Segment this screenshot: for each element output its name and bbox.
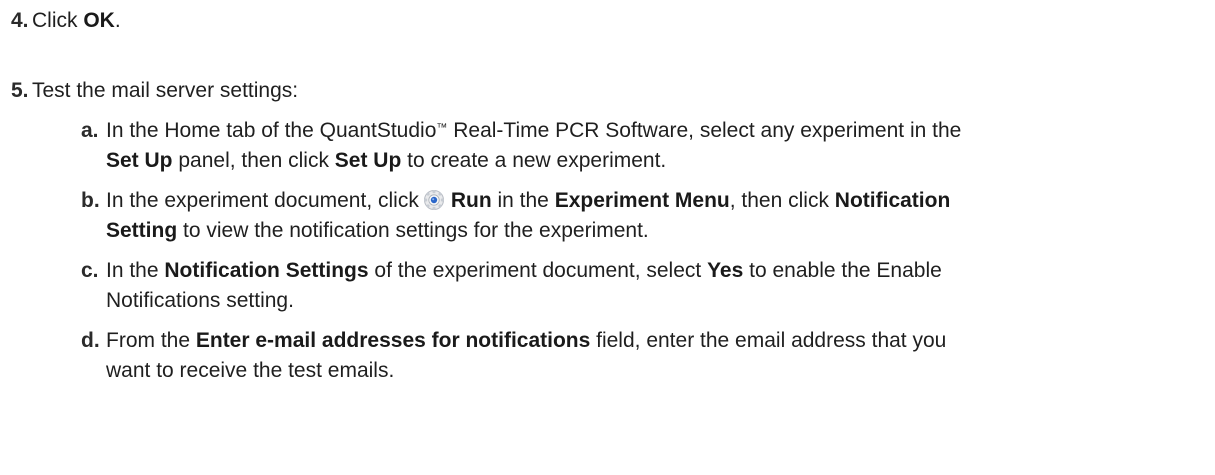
step-text: Test the mail server settings:	[32, 79, 299, 102]
text-part: In the experiment document, click	[106, 189, 419, 212]
text-part: In the	[106, 259, 165, 282]
step-number: 4.	[11, 9, 29, 32]
text-part: panel, then click	[172, 149, 335, 172]
substep-line: Setting to view the notification setting…	[106, 216, 1206, 246]
substep-body: In the Home tab of the QuantStudio™ Real…	[106, 116, 1206, 176]
set-up-label: Set Up	[334, 149, 402, 172]
email-field-label: Enter e-mail addresses for notifications	[195, 329, 591, 352]
notification-label: Notification	[834, 189, 951, 212]
substep-line: In the Notification Settings of the expe…	[106, 256, 1206, 286]
substep-letter: a.	[81, 119, 99, 142]
text-part: in the	[491, 189, 555, 212]
substep-line: Set Up panel, then click Set Up to creat…	[106, 146, 1206, 176]
text-part: to enable the Enable	[743, 259, 942, 282]
substep-line: want to receive the test emails.	[106, 356, 1206, 386]
text-part: In the Home tab of the QuantStudio	[106, 119, 437, 142]
substep-line: From the Enter e-mail addresses for noti…	[106, 326, 1206, 356]
substep-body: From the Enter e-mail addresses for noti…	[106, 326, 1206, 386]
step-text-part: Click	[32, 9, 84, 32]
text-part: of the experiment document, select	[368, 259, 708, 282]
text-part: to create a new experiment.	[401, 149, 667, 172]
notification-settings-label: Notification Settings	[164, 259, 369, 282]
step-text: Click OK.	[32, 6, 121, 36]
text-part: , then click	[729, 189, 835, 212]
text-part: Real-Time PCR Software, select any exper…	[447, 119, 962, 142]
substep-letter: d.	[81, 329, 100, 352]
substep-line: In the experiment document, click Run in…	[106, 186, 1206, 216]
run-gear-icon	[423, 189, 445, 211]
ok-label: OK	[83, 9, 115, 32]
substep-letter: b.	[81, 189, 100, 212]
substep-body: In the Notification Settings of the expe…	[106, 256, 1206, 316]
run-label: Run	[450, 189, 492, 212]
step-text-part: .	[114, 9, 121, 32]
setting-label: Setting	[106, 219, 178, 242]
substep-line: In the Home tab of the QuantStudio™ Real…	[106, 116, 1206, 146]
text-part: to view the notification settings for th…	[177, 219, 649, 242]
substep-letter: c.	[81, 259, 99, 282]
set-up-label: Set Up	[106, 149, 173, 172]
trademark-symbol: ™	[436, 122, 448, 134]
yes-label: Yes	[707, 259, 744, 282]
text-part: want to receive the test emails.	[106, 359, 395, 382]
substep-line: Notifications setting.	[106, 286, 1206, 316]
text-part: Notifications setting.	[106, 289, 294, 312]
text-part: From the	[106, 329, 196, 352]
text-part: field, enter the email address that you	[590, 329, 947, 352]
experiment-menu-label: Experiment Menu	[554, 189, 730, 212]
substep-body: In the experiment document, click Run in…	[106, 186, 1206, 246]
step-number: 5.	[11, 79, 29, 102]
